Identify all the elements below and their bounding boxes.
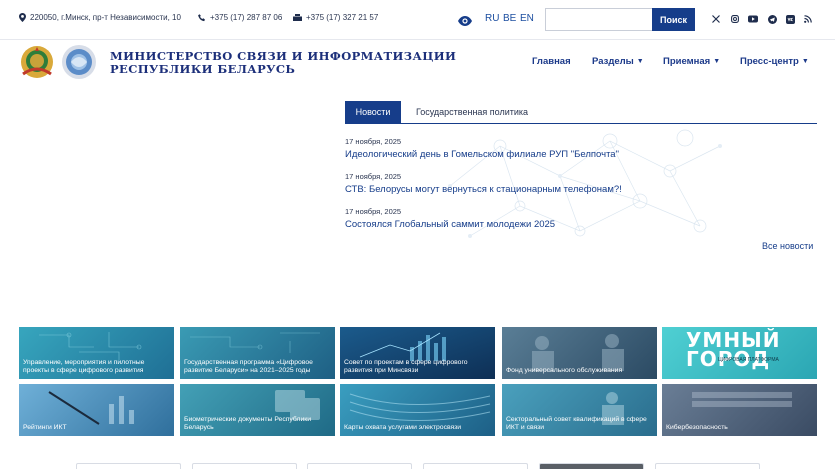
- partner-banner[interactable]: [307, 463, 412, 469]
- tile-caption: Секторальный совет квалификаций в сфере …: [506, 416, 647, 431]
- phone-item[interactable]: +375 (17) 287 87 06: [198, 13, 282, 22]
- tile-qualifications-council[interactable]: Секторальный совет квалификаций в сфере …: [502, 384, 657, 436]
- lang-en-link[interactable]: EN: [520, 13, 534, 24]
- instagram-icon[interactable]: [730, 14, 740, 24]
- partner-banner[interactable]: [655, 463, 760, 469]
- rss-icon[interactable]: [803, 14, 813, 24]
- nav-main[interactable]: Главная: [532, 56, 571, 67]
- lang-ru-link[interactable]: RU: [485, 13, 499, 24]
- tile-digital-council[interactable]: Совет по проектам в сфере цифрового разв…: [340, 327, 495, 379]
- tile-biometric-documents[interactable]: Биометрические документы Республики Бела…: [180, 384, 335, 436]
- phone-icon: [198, 13, 205, 21]
- tile-smart-city[interactable]: УМНЫЙ ГОРОД ЦИФРОВАЯ ПЛАТФОРМА: [662, 327, 817, 379]
- tile-caption: Совет по проектам в сфере цифрового разв…: [344, 359, 468, 374]
- tile-caption: Рейтинги ИКТ: [23, 424, 67, 431]
- tile-caption: Фонд универсального обслуживания: [506, 367, 623, 374]
- nav-reception-label: Приемная: [663, 56, 711, 67]
- nav-reception[interactable]: Приемная ▼: [663, 56, 720, 67]
- tile-coverage-maps[interactable]: Карты охвата услугами электросвязи: [340, 384, 495, 436]
- fax-icon: [293, 13, 302, 21]
- news-item-title[interactable]: Состоялся Глобальный саммит молодежи 202…: [345, 219, 555, 230]
- tile-universal-service-fund[interactable]: Фонд универсального обслуживания: [502, 327, 657, 379]
- fax-item[interactable]: +375 (17) 327 21 57: [293, 13, 378, 22]
- smart-city-subtitle: ЦИФРОВАЯ ПЛАТФОРМА: [718, 357, 779, 363]
- search-button[interactable]: Поиск: [652, 8, 695, 31]
- address-item: 220050, г.Минск, пр-т Независимости, 10: [19, 13, 181, 22]
- smart-city-logo-text: УМНЫЙ ГОРОД: [686, 328, 781, 371]
- nav-sections[interactable]: Разделы ▼: [592, 56, 644, 67]
- youtube-icon[interactable]: [748, 14, 758, 24]
- accessibility-eye-icon[interactable]: [458, 13, 472, 31]
- search-input[interactable]: [545, 8, 653, 31]
- news-item-date: 17 ноября, 2025: [345, 172, 402, 181]
- tile-caption: Кибербезопасность: [666, 424, 728, 431]
- partner-banner[interactable]: [539, 463, 644, 469]
- x-icon[interactable]: [711, 14, 721, 24]
- phone-text: +375 (17) 287 87 06: [210, 13, 283, 22]
- address-text: 220050, г.Минск, пр-т Независимости, 10: [30, 13, 181, 22]
- location-pin-icon: [19, 13, 26, 22]
- tile-caption: Биометрические документы Республики Бела…: [184, 416, 312, 431]
- partner-banner[interactable]: [76, 463, 181, 469]
- ministry-title-line2: РЕСПУБЛИКИ БЕЛАРУСЬ: [110, 62, 296, 76]
- lang-be-link[interactable]: BE: [503, 13, 516, 24]
- news-item-title[interactable]: Идеологический день в Гомельском филиале…: [345, 149, 619, 160]
- caret-down-icon: ▼: [713, 58, 721, 65]
- telegram-icon[interactable]: [767, 14, 777, 24]
- nav-main-label: Главная: [532, 56, 571, 67]
- tile-caption: Управление, мероприятия и пилотные проек…: [23, 359, 145, 374]
- nav-sections-label: Разделы: [592, 56, 634, 67]
- tile-ict-ratings[interactable]: Рейтинги ИКТ: [19, 384, 174, 436]
- tile-digital-projects[interactable]: Управление, мероприятия и пилотные проек…: [19, 327, 174, 379]
- tabs-divider: [345, 123, 817, 124]
- news-item-date: 17 ноября, 2025: [345, 207, 402, 216]
- tile-cybersecurity[interactable]: Кибербезопасность: [662, 384, 817, 436]
- news-item-title[interactable]: СТВ: Белорусы могут вернуться к стациона…: [345, 184, 622, 195]
- tab-news[interactable]: Новости: [345, 101, 401, 123]
- ministry-logo-icon[interactable]: [61, 44, 97, 80]
- caret-down-icon: ▼: [801, 58, 809, 65]
- tab-state-policy[interactable]: Государственная политика: [404, 101, 540, 123]
- nav-press-center-label: Пресс-центр: [740, 56, 799, 67]
- all-news-link[interactable]: Все новости: [762, 241, 813, 251]
- nav-press-center[interactable]: Пресс-центр ▼: [740, 56, 809, 67]
- tile-caption: Карты охвата услугами электросвязи: [344, 424, 462, 431]
- caret-down-icon: ▼: [636, 58, 644, 65]
- partner-banner[interactable]: [423, 463, 528, 469]
- tile-state-program[interactable]: Государственная программа «Цифровое разв…: [180, 327, 335, 379]
- ministry-title[interactable]: МИНИСТЕРСТВО СВЯЗИ И ИНФОРМАТИЗАЦИИ РЕСП…: [110, 50, 456, 76]
- partner-banner[interactable]: [192, 463, 297, 469]
- fax-text: +375 (17) 327 21 57: [306, 13, 379, 22]
- top-bar: 220050, г.Минск, пр-т Независимости, 10 …: [0, 0, 835, 40]
- news-item-date: 17 ноября, 2025: [345, 137, 402, 146]
- vk-icon[interactable]: [785, 14, 795, 24]
- tile-caption: Государственная программа «Цифровое разв…: [184, 359, 313, 374]
- state-emblem-icon[interactable]: [19, 44, 55, 80]
